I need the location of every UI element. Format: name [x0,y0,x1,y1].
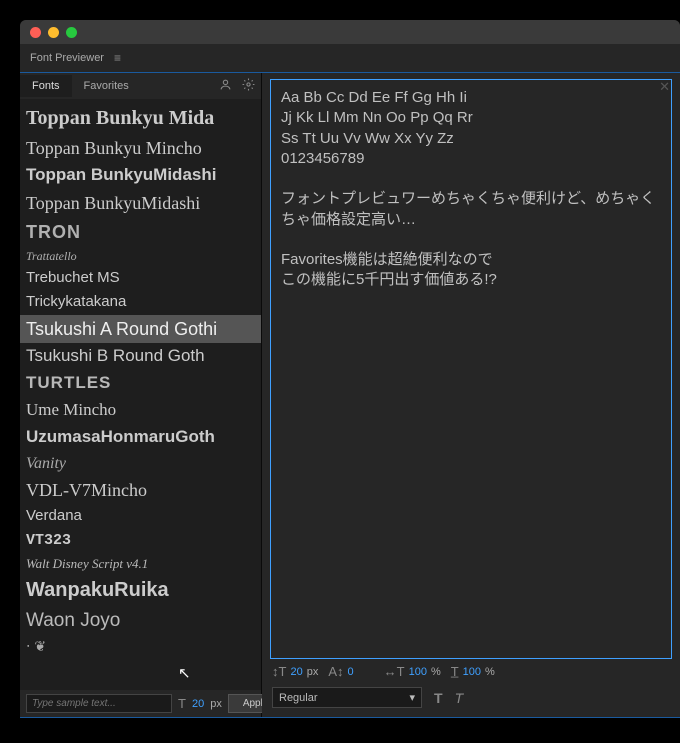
leading-icon: A↕ [328,664,343,679]
vscale-control[interactable]: T̲ 100 % [451,664,495,679]
font-item[interactable]: Trebuchet MS [20,266,261,290]
font-item[interactable]: WanpakuRuika [20,575,261,606]
weight-value: Regular [279,692,318,704]
chevron-down-icon: ▾ [409,691,415,704]
font-size-unit: px [307,666,319,678]
font-item[interactable]: Verdana [20,504,261,528]
font-size-control[interactable]: ↕T 20 px [272,664,318,679]
traffic-lights [30,27,77,38]
font-item[interactable]: Toppan BunkyuMidashi [20,162,261,189]
leading-control[interactable]: A↕ 0 [328,664,353,679]
italic-toggle-icon[interactable]: T [455,690,464,706]
font-list[interactable]: Toppan Bunkyu MidaToppan Bunkyu MinchoTo… [20,99,261,690]
font-item[interactable]: Trickykatakana [20,290,261,314]
weight-row: Regular ▾ T T [270,684,672,711]
font-item[interactable]: UzumasaHonmaruGoth [20,424,261,451]
preview-textarea[interactable]: Aa Bb Cc Dd Ee Ff Gg Hh Ii Jj Kk Ll Mm N… [270,79,672,659]
font-item[interactable]: Tsukushi A Round Gothi [20,315,261,343]
tab-fonts[interactable]: Fonts [20,75,72,97]
font-item[interactable]: Toppan BunkyuMidashi [20,189,261,217]
sample-size-unit: px [210,698,222,710]
hscale-icon: ↔T [384,664,405,679]
app-title: Font Previewer [30,52,104,64]
sample-text-input[interactable] [26,694,172,713]
font-item[interactable]: Waon Joyo [20,606,261,636]
vscale-value[interactable]: 100 [463,666,481,678]
content-area: Fonts Favorites Toppan Bunkyu MidaToppan… [20,72,680,718]
left-footer: T 20 px Apply [20,690,261,717]
font-item[interactable]: Toppan Bunkyu Mida [20,103,261,134]
font-item[interactable]: Ume Mincho [20,397,261,424]
sample-size-value[interactable]: 20 [192,698,204,710]
hscale-unit: % [431,666,441,678]
user-icon[interactable] [219,78,232,94]
font-size-icon: ↕T [272,664,286,679]
vscale-unit: % [485,666,495,678]
close-panel-icon[interactable]: ✕ [659,79,670,95]
font-item[interactable]: ‧ ❦ [20,635,261,658]
font-item[interactable]: VT323 [20,529,261,553]
bold-toggle-icon[interactable]: T [434,690,443,706]
tab-icons [219,78,255,94]
font-item[interactable]: Walt Disney Script v4.1 [20,553,261,575]
font-item[interactable]: Toppan Bunkyu Mincho [20,134,261,162]
hscale-control[interactable]: ↔T 100 % [384,664,441,679]
vscale-icon: T̲ [451,664,459,679]
menu-icon[interactable]: ≡ [114,51,121,65]
tabs: Fonts Favorites [20,75,141,97]
font-item[interactable]: Tsukushi B Round Goth [20,343,261,370]
app-header: Font Previewer ≡ [20,44,680,72]
right-panel: ✕ Aa Bb Cc Dd Ee Ff Gg Hh Ii Jj Kk Ll Mm… [262,73,680,717]
maximize-window-button[interactable] [66,27,77,38]
titlebar [20,20,680,44]
preview-controls: ↕T 20 px A↕ 0 ↔T 100 % T̲ 100 % [270,659,672,684]
tab-favorites[interactable]: Favorites [72,75,141,97]
left-panel: Fonts Favorites Toppan Bunkyu MidaToppan… [20,73,262,717]
minimize-window-button[interactable] [48,27,59,38]
leading-value[interactable]: 0 [348,666,354,678]
settings-icon[interactable] [242,78,255,94]
font-item[interactable]: Trattatello [20,246,261,266]
hscale-value[interactable]: 100 [409,666,427,678]
app-window: Font Previewer ≡ Fonts Favorites Toppan [20,20,680,718]
tabs-row: Fonts Favorites [20,73,261,99]
font-item[interactable]: VDL-V7Mincho [20,476,261,504]
close-window-button[interactable] [30,27,41,38]
weight-dropdown[interactable]: Regular ▾ [272,687,422,708]
font-item[interactable]: Vanity [20,451,261,477]
font-item[interactable]: TRON [20,218,261,246]
font-size-icon: T [178,696,186,711]
font-item[interactable]: TURTLES [20,370,261,397]
font-size-value[interactable]: 20 [290,666,302,678]
